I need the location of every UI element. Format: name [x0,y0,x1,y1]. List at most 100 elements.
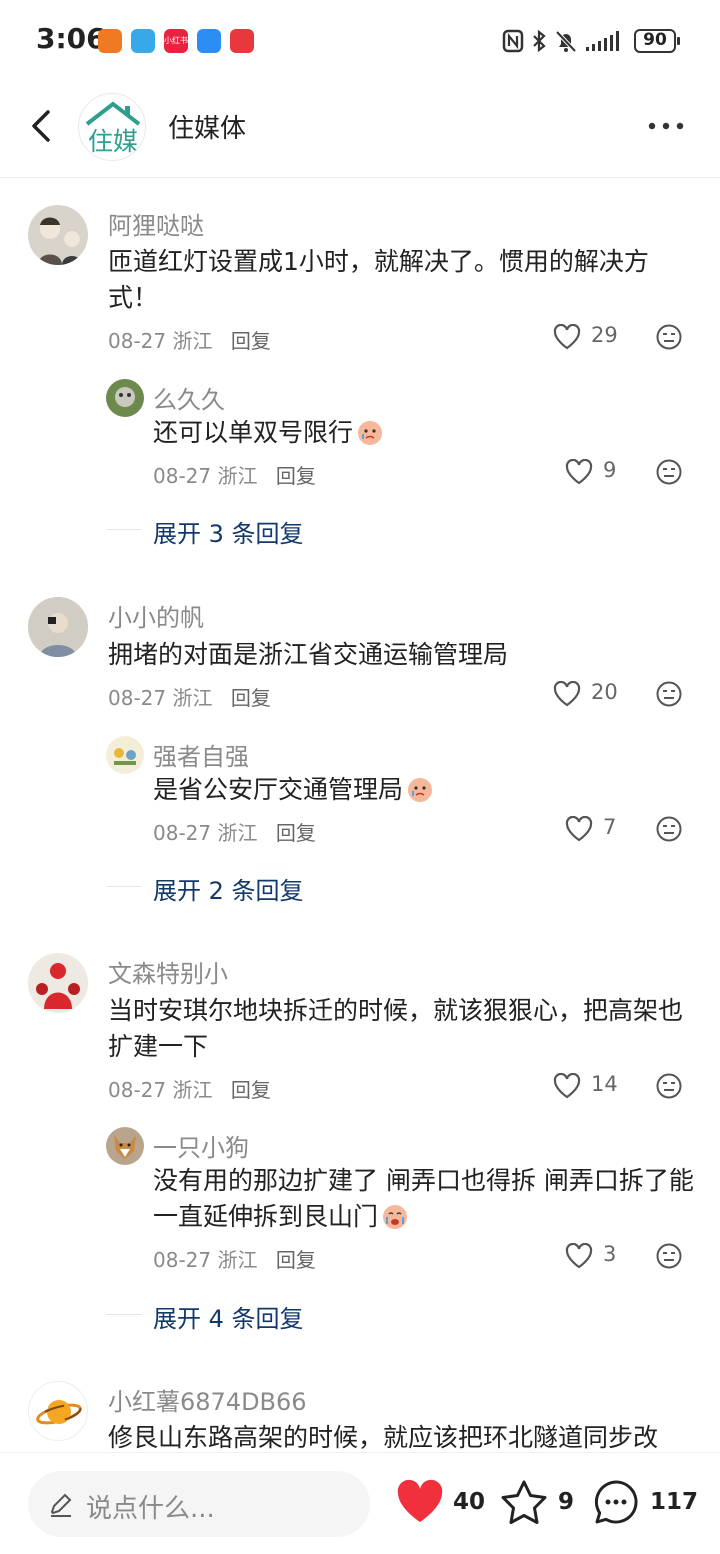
expand-divider [106,886,142,887]
commenter-avatar[interactable] [28,1381,88,1441]
xiaohongshu-icon: 小红书 [164,29,188,53]
commenter-name[interactable]: 小红薯6874DB66 [108,1382,307,1417]
heart-icon [565,1243,593,1269]
cloud-icon [197,29,221,53]
chat-bubble-icon [594,1480,638,1524]
crying-emoji-icon [358,421,383,445]
comment-input[interactable]: 说点什么... [28,1471,370,1537]
status-bar: 3:06 小红书 90 [0,0,720,80]
emoji-face-icon[interactable] [655,680,683,708]
reply-avatar[interactable] [106,379,144,417]
reply-user-name[interactable]: 强者自强 [153,737,249,772]
expand-divider [106,1314,142,1315]
reply-user-name[interactable]: 么久久 [153,380,225,415]
like-count: 29 [591,323,618,347]
heart-icon [553,1073,581,1099]
reply-avatar[interactable] [106,736,144,774]
emoji-face-icon[interactable] [655,815,683,843]
emoji-face-icon[interactable] [655,458,683,486]
commenter-avatar[interactable] [28,205,88,265]
emoji-face-icon[interactable] [655,1242,683,1270]
expand-replies-link[interactable]: 展开 4 条回复 [153,1299,304,1334]
mute-bell-icon [555,30,577,53]
comment-location: 浙江 [172,1078,213,1102]
heart-icon [553,681,581,707]
crying-emoji-icon [408,778,433,802]
reply-text: 没有用的那边扩建了 闸弄口也得拆 闸弄口拆了能一直延伸拆到艮山门 [153,1166,694,1231]
comment-meta: 08-27 浙江 回复 [108,682,271,711]
reply-button[interactable]: 回复 [276,1248,316,1272]
reply-button[interactable]: 回复 [231,1078,271,1102]
planet-icon [36,1400,82,1425]
commenter-name[interactable]: 文森特别小 [108,954,228,989]
reply-location: 浙江 [217,464,258,488]
reply-avatar[interactable] [106,1127,144,1165]
commenter-avatar[interactable] [28,953,88,1013]
heart-icon [565,816,593,842]
mail-icon [230,29,254,53]
author-avatar[interactable]: 住媒 [78,93,146,161]
star-icon [501,1480,547,1524]
xiaohongshu-label-icon [98,29,122,53]
comment-meta: 08-27 浙江 回复 [108,1074,271,1103]
comment-input-placeholder: 说点什么... [86,1494,215,1524]
like-count: 20 [591,680,618,704]
commenter-name[interactable]: 小小的帆 [108,598,204,633]
like-count: 9 [603,458,617,482]
reply-button[interactable]: 回复 [231,329,271,353]
like-count: 7 [603,815,617,839]
reply-date: 08-27 [153,464,212,488]
logo-text: 住媒 [88,127,138,156]
reply-date: 08-27 [153,1248,212,1272]
reply-user-name[interactable]: 一只小狗 [153,1128,249,1163]
comment-date: 08-27 [108,1078,167,1102]
comment-text: 修艮山东路高架的时候，就应该把环北隧道同步改 [108,1423,659,1452]
crying-emoji-icon [383,1205,408,1229]
reply-button[interactable]: 回复 [276,821,316,845]
more-icon[interactable] [646,116,686,136]
comment-date: 08-27 [108,686,167,710]
comment-meta: 08-27 浙江 回复 [108,325,271,354]
page-title[interactable]: 住媒体 [168,108,246,145]
reply-text-row: 没有用的那边扩建了 闸弄口也得拆 闸弄口拆了能一直延伸拆到艮山门 [153,1163,698,1235]
emoji-face-icon[interactable] [655,323,683,351]
battery-indicator: 90 [634,29,680,53]
bottom-action-bar: 说点什么... 40 9 117 [0,1452,720,1554]
reply-button[interactable]: 回复 [276,464,316,488]
reply-button[interactable]: 回复 [231,686,271,710]
reply-meta: 08-27 浙江 回复 [153,817,316,846]
like-action[interactable]: 40 [396,1477,486,1527]
like-count: 14 [591,1072,618,1096]
favorite-total: 9 [558,1489,575,1515]
reply-meta: 08-27 浙江 回复 [153,460,316,489]
pencil-icon [50,1493,72,1517]
like-count: 3 [603,1242,617,1266]
commenter-name[interactable]: 阿狸哒哒 [108,206,204,241]
favorite-action[interactable]: 9 [500,1477,580,1527]
reply-meta: 08-27 浙江 回复 [153,1244,316,1273]
comment-action[interactable]: 117 [592,1477,702,1527]
comment-text: 当时安琪尔地块拆迁的时候，就该狠狠心，把高架也扩建一下 [108,996,684,1061]
emoji-face-icon[interactable] [655,1072,683,1100]
comment-date: 08-27 [108,329,167,353]
reply-text-row: 还可以单双号限行 [153,415,683,451]
reply-location: 浙江 [217,821,258,845]
back-arrow-icon[interactable] [24,104,64,148]
heart-filled-icon [397,1479,443,1522]
like-total: 40 [453,1489,486,1515]
expand-replies-link[interactable]: 展开 2 条回复 [153,871,304,906]
status-time: 3:06 [36,22,106,55]
house-logo-icon: 住媒 [85,101,141,156]
comment-location: 浙江 [172,329,213,353]
heart-icon [553,324,581,350]
nfc-icon [502,29,524,53]
comment-location: 浙江 [172,686,213,710]
browser-icon [131,29,155,53]
reply-text: 是省公安厅交通管理局 [153,775,404,804]
reply-location: 浙江 [217,1248,258,1272]
signal-icon [586,31,619,51]
expand-replies-link[interactable]: 展开 3 条回复 [153,514,304,549]
bluetooth-icon [533,29,546,53]
commenter-avatar[interactable] [28,597,88,657]
top-nav: 住媒 住媒体 [0,80,720,178]
